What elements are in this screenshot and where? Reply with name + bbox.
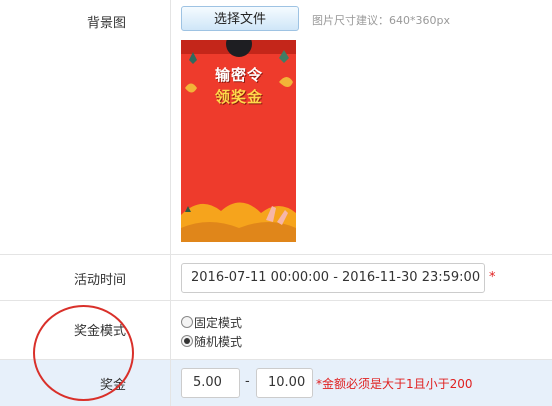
radio-unchecked-icon[interactable] bbox=[181, 316, 193, 328]
choose-file-button[interactable]: 选择文件 bbox=[181, 6, 299, 31]
poster-text-line-1: 输密令 bbox=[214, 66, 263, 84]
label-cell: 活动时间 bbox=[0, 255, 171, 300]
background-image-row: 背景图 选择文件 图片尺寸建议：640*360px 输密令 领奖金 bbox=[0, 0, 552, 255]
label-cell: 奖金 bbox=[0, 360, 171, 406]
prize-mode-row: 奖金模式 固定模式 随机模式 bbox=[0, 301, 552, 360]
label-cell: 背景图 bbox=[0, 0, 171, 254]
min-amount-input[interactable]: 5.00 bbox=[181, 368, 240, 398]
radio-random-mode[interactable]: 随机模式 bbox=[181, 333, 242, 349]
radio-random-label: 随机模式 bbox=[194, 335, 243, 349]
date-range-input[interactable]: 2016-07-11 00:00:00 - 2016-11-30 23:59:0… bbox=[181, 263, 485, 293]
required-mark: * bbox=[489, 270, 496, 285]
label-cell: 奖金模式 bbox=[0, 301, 171, 359]
prize-mode-label: 奖金模式 bbox=[73, 324, 126, 339]
prize-amount-row: 奖金 5.00 - 10.00 *金额必须是大于1且小于200 bbox=[0, 360, 552, 406]
range-separator: - bbox=[245, 374, 250, 389]
radio-checked-icon[interactable] bbox=[181, 335, 193, 347]
poster-text: 输密令 领奖金 bbox=[187, 64, 291, 108]
settings-form: 背景图 选择文件 图片尺寸建议：640*360px 输密令 领奖金 活动时间 2… bbox=[0, 0, 552, 406]
poster-text-line-2: 领奖金 bbox=[214, 88, 263, 106]
radio-fixed-label: 固定模式 bbox=[194, 316, 243, 330]
image-size-hint: 图片尺寸建议：640*360px bbox=[312, 14, 450, 27]
max-amount-input[interactable]: 10.00 bbox=[256, 368, 313, 398]
background-image-label: 背景图 bbox=[86, 16, 126, 31]
activity-time-row: 活动时间 2016-07-11 00:00:00 - 2016-11-30 23… bbox=[0, 255, 552, 301]
radio-fixed-mode[interactable]: 固定模式 bbox=[181, 314, 242, 330]
activity-time-label: 活动时间 bbox=[73, 273, 126, 288]
prize-amount-label: 奖金 bbox=[99, 378, 126, 393]
amount-validation-note: *金额必须是大于1且小于200 bbox=[316, 377, 473, 391]
background-image-preview: 输密令 领奖金 bbox=[181, 40, 296, 242]
